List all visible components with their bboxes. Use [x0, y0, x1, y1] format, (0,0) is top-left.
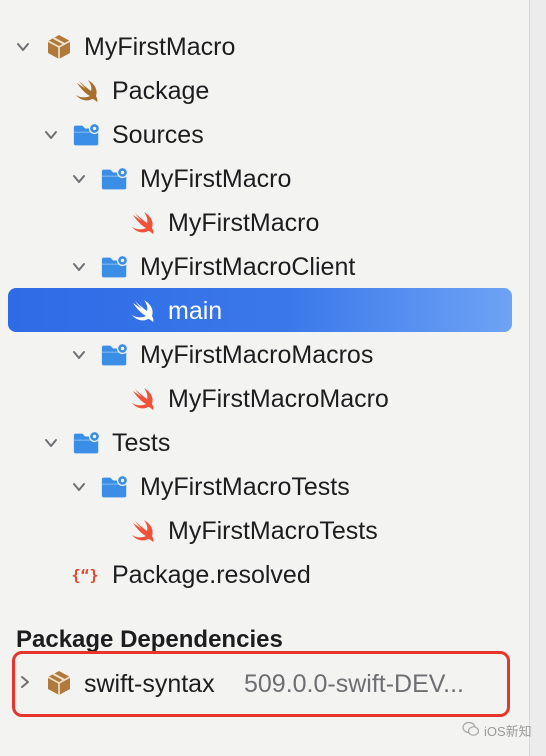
svg-text:{“}: {“}	[71, 566, 98, 584]
folder-gear-icon	[100, 340, 130, 370]
swift-icon	[128, 296, 158, 326]
folder-gear-icon	[72, 428, 102, 458]
chevron-down-icon[interactable]	[70, 258, 88, 276]
tree-item-label: Tests	[112, 429, 171, 457]
folder-gear-icon	[100, 252, 130, 282]
tree-row-project[interactable]: MyFirstMacro	[0, 25, 530, 69]
chevron-down-icon[interactable]	[42, 434, 60, 452]
swift-icon	[128, 516, 158, 546]
tree-item-label: Package.resolved	[112, 561, 311, 589]
tree-row-tests[interactable]: Tests	[0, 421, 530, 465]
watermark-text: iOS新知	[484, 724, 532, 739]
tree-row-file-tests[interactable]: MyFirstMacroTests	[0, 509, 530, 553]
swift-icon	[128, 384, 158, 414]
editor-edge	[530, 0, 546, 756]
tree-row-folder-client[interactable]: MyFirstMacroClient	[0, 245, 530, 289]
annotation-highlight-box	[12, 651, 510, 717]
tree-item-label: MyFirstMacroTests	[140, 473, 350, 501]
tree-row-file-macro[interactable]: MyFirstMacroMacro	[0, 377, 530, 421]
tree-row-folder-macros[interactable]: MyFirstMacroMacros	[0, 333, 530, 377]
tree-item-label: MyFirstMacroTests	[168, 517, 378, 545]
tree-item-label: MyFirstMacroMacro	[168, 385, 389, 413]
swift-icon	[72, 76, 102, 106]
tree-item-label: MyFirstMacro	[140, 165, 292, 193]
tree-item-label: MyFirstMacroClient	[140, 253, 356, 281]
chevron-down-icon[interactable]	[42, 126, 60, 144]
chevron-down-icon[interactable]	[70, 170, 88, 188]
tree-item-label: Sources	[112, 121, 204, 149]
folder-gear-icon	[72, 120, 102, 150]
project-navigator: MyFirstMacro Package Sources MyFirstMacr…	[0, 0, 530, 756]
swift-icon	[128, 208, 158, 238]
tree-item-label: Package	[112, 77, 210, 105]
tree-row-file-myfirstmacro[interactable]: MyFirstMacro	[0, 201, 530, 245]
tree-row-sources[interactable]: Sources	[0, 113, 530, 157]
chevron-down-icon[interactable]	[70, 346, 88, 364]
tree-row-folder-myfirstmacro[interactable]: MyFirstMacro	[0, 157, 530, 201]
package-icon	[44, 32, 74, 62]
tree-row-folder-tests[interactable]: MyFirstMacroTests	[0, 465, 530, 509]
tree-item-label: MyFirstMacro	[84, 33, 236, 61]
tree-item-label: MyFirstMacroMacros	[140, 341, 374, 369]
watermark: iOS新知	[462, 721, 532, 740]
tree-row-file-main[interactable]: main	[0, 289, 530, 333]
wechat-icon	[462, 721, 480, 740]
folder-gear-icon	[100, 472, 130, 502]
tree-row-package-resolved[interactable]: {“} Package.resolved	[0, 553, 530, 597]
json-braces-icon: {“}	[70, 560, 100, 590]
tree-item-label: MyFirstMacro	[168, 209, 320, 237]
chevron-down-icon[interactable]	[70, 478, 88, 496]
tree-item-label: main	[168, 297, 223, 325]
tree-row-package-swift[interactable]: Package	[0, 69, 530, 113]
chevron-down-icon[interactable]	[14, 38, 32, 56]
folder-gear-icon	[100, 164, 130, 194]
